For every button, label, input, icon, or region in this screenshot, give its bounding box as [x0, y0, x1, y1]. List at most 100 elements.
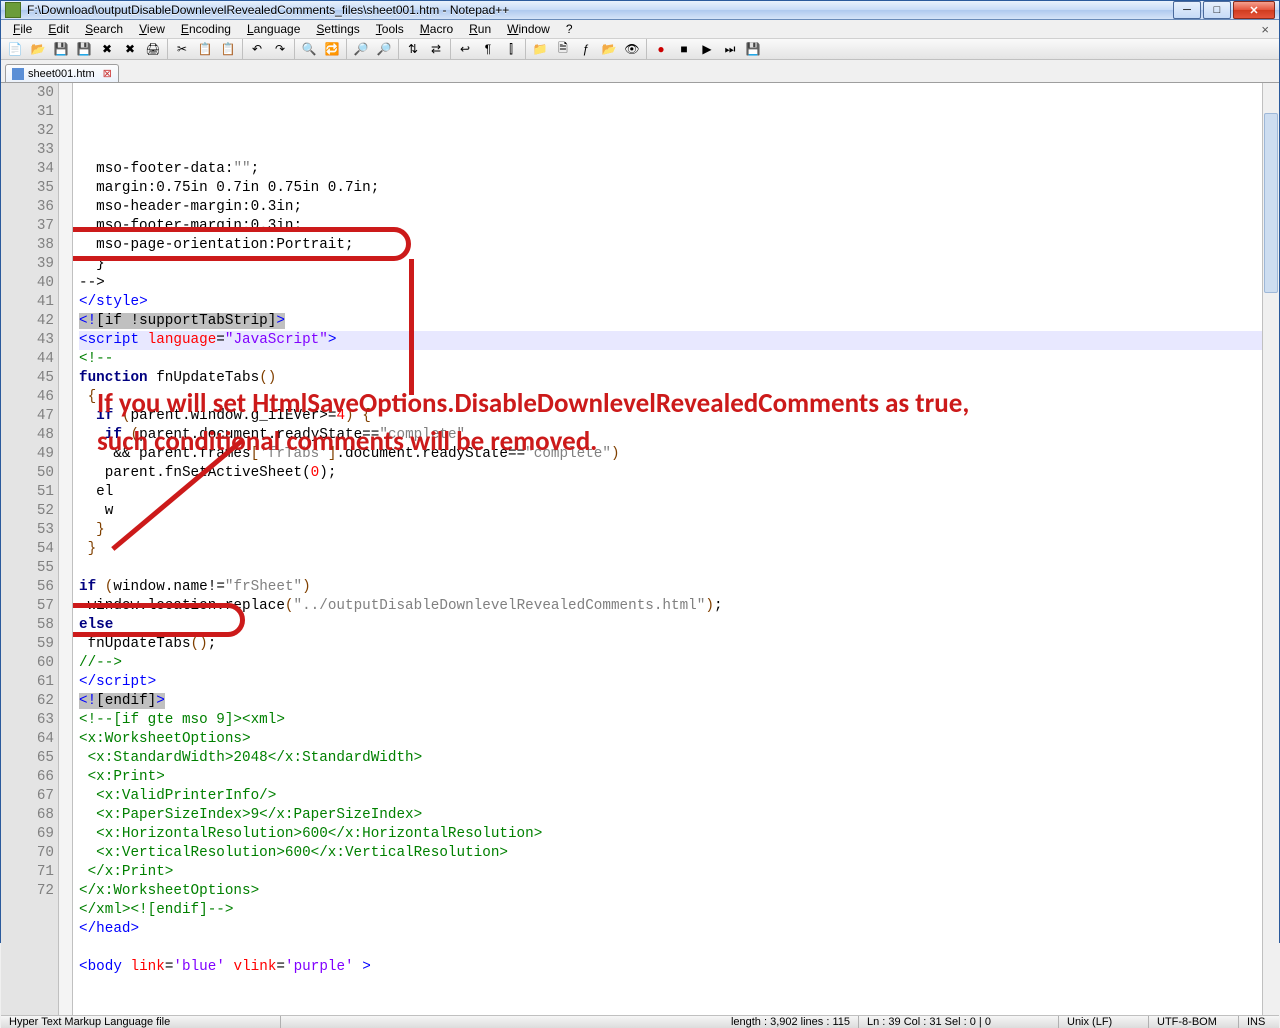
tab-sheet001[interactable]: sheet001.htm ⊠	[5, 64, 119, 82]
show-all-icon[interactable]: ¶	[478, 39, 498, 59]
menu-macro[interactable]: Macro	[412, 20, 461, 38]
save-macro-icon[interactable]: 💾	[743, 39, 763, 59]
func-list-icon[interactable]: ƒ	[576, 39, 596, 59]
close-file-icon[interactable]: ✖	[97, 39, 117, 59]
code-line[interactable]: <x:WorksheetOptions>	[79, 730, 1262, 749]
code-line[interactable]: <![if !supportTabStrip]>	[79, 312, 1262, 331]
code-line[interactable]: mso-footer-margin:0.3in;	[79, 217, 1262, 236]
code-line[interactable]: if (parent.document.readyState=="complet…	[79, 426, 1262, 445]
monitor-icon[interactable]: 👁	[622, 39, 642, 59]
code-line[interactable]: <x:PaperSizeIndex>9</x:PaperSizeIndex>	[79, 806, 1262, 825]
code-line[interactable]: fnUpdateTabs();	[79, 635, 1262, 654]
menu-file[interactable]: File	[5, 20, 40, 38]
fold-column[interactable]	[59, 83, 73, 1015]
folder-workspace-icon[interactable]: 📂	[599, 39, 619, 59]
play-multi-icon[interactable]: ⏭	[720, 39, 740, 59]
find-icon[interactable]: 🔍	[299, 39, 319, 59]
save-icon[interactable]: 💾	[51, 39, 71, 59]
menu-view[interactable]: View	[131, 20, 173, 38]
status-encoding[interactable]: UTF-8-BOM	[1149, 1016, 1239, 1028]
minimize-button[interactable]: ─	[1173, 1, 1201, 19]
menubar-close-icon[interactable]: ×	[1255, 22, 1275, 37]
code-line[interactable]: </script>	[79, 673, 1262, 692]
code-line[interactable]: window.location.replace("../outputDisabl…	[79, 597, 1262, 616]
code-line[interactable]: && parent.frames['frTabs'].document.read…	[79, 445, 1262, 464]
scrollbar-thumb[interactable]	[1264, 113, 1278, 293]
code-line[interactable]: <x:HorizontalResolution>600</x:Horizonta…	[79, 825, 1262, 844]
code-line[interactable]: margin:0.75in 0.7in 0.75in 0.7in;	[79, 179, 1262, 198]
cut-icon[interactable]: ✂	[172, 39, 192, 59]
menu-tools[interactable]: Tools	[368, 20, 412, 38]
code-line[interactable]: <x:ValidPrinterInfo/>	[79, 787, 1262, 806]
code-line[interactable]: else	[79, 616, 1262, 635]
menu-encoding[interactable]: Encoding	[173, 20, 239, 38]
save-all-icon[interactable]: 💾	[74, 39, 94, 59]
code-line[interactable]: mso-footer-data:"";	[79, 160, 1262, 179]
stop-macro-icon[interactable]: ■	[674, 39, 694, 59]
wordwrap-icon[interactable]: ↩	[455, 39, 475, 59]
code-line[interactable]: if (window.name!="frSheet")	[79, 578, 1262, 597]
replace-icon[interactable]: 🔁	[322, 39, 342, 59]
menu-window[interactable]: Window	[499, 20, 558, 38]
code-line[interactable]: <x:Print>	[79, 768, 1262, 787]
open-file-icon[interactable]: 📂	[28, 39, 48, 59]
redo-icon[interactable]: ↷	[270, 39, 290, 59]
code-line[interactable]: <script language="JavaScript">	[79, 331, 1262, 350]
sync-v-icon[interactable]: ⇅	[403, 39, 423, 59]
code-line[interactable]: function fnUpdateTabs()	[79, 369, 1262, 388]
code-line[interactable]	[79, 939, 1262, 958]
code-line[interactable]: <x:StandardWidth>2048</x:StandardWidth>	[79, 749, 1262, 768]
tab-close-icon[interactable]: ⊠	[103, 67, 112, 80]
zoom-out-icon[interactable]: 🔎	[374, 39, 394, 59]
copy-icon[interactable]: 📋	[195, 39, 215, 59]
code-area[interactable]: mso-footer-data:""; margin:0.75in 0.7in …	[73, 83, 1262, 1015]
code-line[interactable]: -->	[79, 274, 1262, 293]
code-line[interactable]: parent.fnSetActiveSheet(0);	[79, 464, 1262, 483]
code-line[interactable]: el	[79, 483, 1262, 502]
sync-h-icon[interactable]: ⇄	[426, 39, 446, 59]
code-line[interactable]: </style>	[79, 293, 1262, 312]
close-button[interactable]: ✕	[1233, 1, 1275, 19]
vertical-scrollbar[interactable]	[1262, 83, 1279, 1015]
code-line[interactable]: w	[79, 502, 1262, 521]
play-macro-icon[interactable]: ▶	[697, 39, 717, 59]
close-all-icon[interactable]: ✖	[120, 39, 140, 59]
code-line[interactable]: <![endif]>	[79, 692, 1262, 711]
code-line[interactable]: </x:Print>	[79, 863, 1262, 882]
menu-run[interactable]: Run	[461, 20, 499, 38]
menu-search[interactable]: Search	[77, 20, 131, 38]
code-line[interactable]: {	[79, 388, 1262, 407]
code-line[interactable]: <!--[if gte mso 9]><xml>	[79, 711, 1262, 730]
new-file-icon[interactable]: 📄	[5, 39, 25, 59]
code-line[interactable]: <!--	[79, 350, 1262, 369]
code-line[interactable]: if (parent.window.g_iIEVer>=4) {	[79, 407, 1262, 426]
indent-guide-icon[interactable]: ⫿	[501, 39, 521, 59]
code-line[interactable]: //-->	[79, 654, 1262, 673]
udl-icon[interactable]: 📁	[530, 39, 550, 59]
code-line[interactable]: }	[79, 521, 1262, 540]
code-line[interactable]	[79, 559, 1262, 578]
code-line[interactable]: }	[79, 540, 1262, 559]
zoom-in-icon[interactable]: 🔎	[351, 39, 371, 59]
menu-language[interactable]: Language	[239, 20, 308, 38]
maximize-button[interactable]: □	[1203, 1, 1231, 19]
code-line[interactable]: </xml><![endif]-->	[79, 901, 1262, 920]
code-line[interactable]: </x:WorksheetOptions>	[79, 882, 1262, 901]
code-line[interactable]: }	[79, 255, 1262, 274]
code-line[interactable]: <body link='blue' vlink='purple' >	[79, 958, 1262, 977]
doc-map-icon[interactable]: 🗎	[553, 39, 573, 59]
menu-settings[interactable]: Settings	[308, 20, 367, 38]
status-eol[interactable]: Unix (LF)	[1059, 1016, 1149, 1028]
code-line[interactable]: mso-page-orientation:Portrait;	[79, 236, 1262, 255]
record-macro-icon[interactable]: ●	[651, 39, 671, 59]
titlebar[interactable]: F:\Download\outputDisableDownlevelReveal…	[1, 1, 1279, 20]
menu-edit[interactable]: Edit	[40, 20, 77, 38]
undo-icon[interactable]: ↶	[247, 39, 267, 59]
code-line[interactable]: <x:VerticalResolution>600</x:VerticalRes…	[79, 844, 1262, 863]
code-line[interactable]: </head>	[79, 920, 1262, 939]
print-icon[interactable]: 🖨	[143, 39, 163, 59]
status-insert-mode[interactable]: INS	[1239, 1016, 1279, 1028]
menu-help[interactable]: ?	[558, 20, 581, 38]
paste-icon[interactable]: 📋	[218, 39, 238, 59]
code-line[interactable]: mso-header-margin:0.3in;	[79, 198, 1262, 217]
